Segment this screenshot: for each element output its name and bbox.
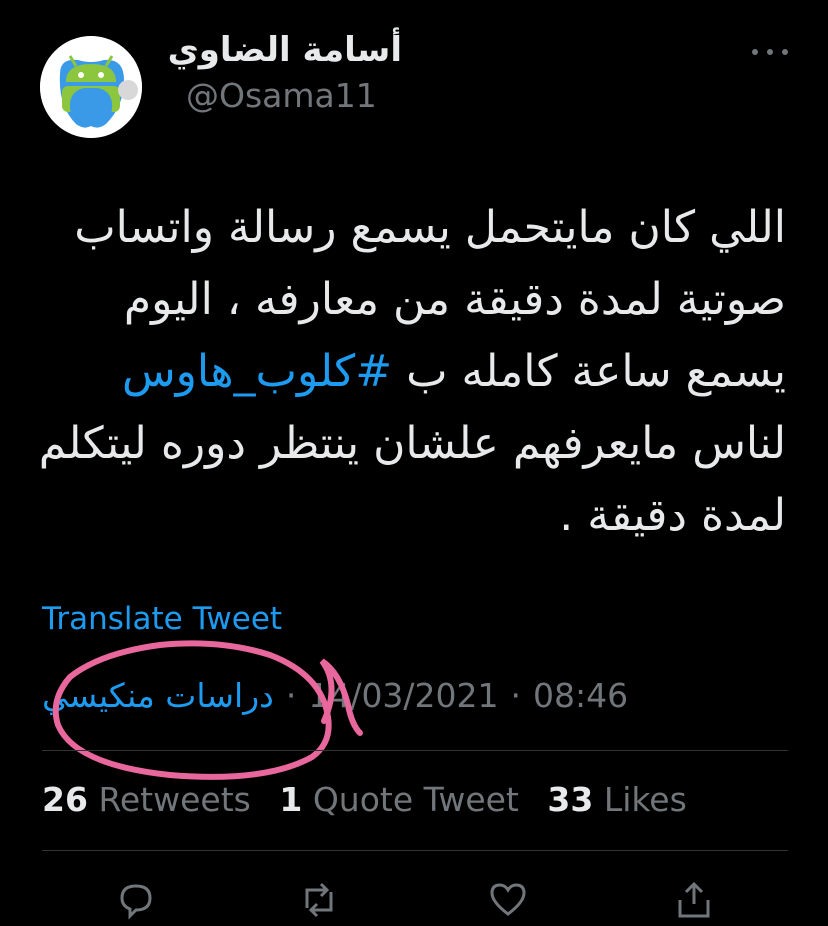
- divider: [42, 850, 788, 851]
- action-bar: [0, 872, 828, 920]
- more-icon[interactable]: [752, 44, 788, 60]
- reply-icon[interactable]: [114, 878, 158, 922]
- quotes-count[interactable]: 1: [279, 780, 302, 819]
- likes-label[interactable]: Likes: [604, 780, 687, 819]
- tweet-line: صوتية لمدة دقيقة من معارفه ، اليوم: [123, 274, 786, 325]
- tweet-stats: 26 Retweets 1 Quote Tweet 33 Likes: [42, 780, 705, 819]
- tweet-time[interactable]: 08:46: [533, 676, 628, 715]
- meta-separator: ·: [510, 676, 522, 715]
- divider: [42, 750, 788, 751]
- tweet-line-text: يسمع ساعة كامله ب: [406, 346, 786, 397]
- hashtag-link[interactable]: #كلوب_هاوس: [122, 346, 392, 397]
- retweets-count[interactable]: 26: [42, 780, 88, 819]
- tweet-text: اللي كان مايتحمل يسمع رسالة واتساب صوتية…: [26, 192, 786, 552]
- tweet-line: لناس مايعرفهم علشان ينتظر دوره ليتكلم: [38, 418, 786, 469]
- retweets-label[interactable]: Retweets: [98, 780, 250, 819]
- android-apple-avatar-icon: [40, 36, 142, 138]
- translate-tweet-link[interactable]: Translate Tweet: [42, 601, 282, 637]
- avatar[interactable]: [40, 36, 142, 138]
- likes-count[interactable]: 33: [547, 780, 593, 819]
- more-dot: [752, 49, 758, 55]
- tweet-line: اللي كان مايتحمل يسمع رسالة واتساب: [74, 202, 786, 253]
- tweet-line: لمدة دقيقة .: [559, 490, 786, 541]
- retweet-icon[interactable]: [297, 878, 341, 922]
- more-dot: [782, 49, 788, 55]
- user-handle[interactable]: @Osama11: [186, 76, 377, 115]
- more-dot: [767, 49, 773, 55]
- source-link[interactable]: دراسات منكيسي: [42, 676, 274, 715]
- share-icon[interactable]: [672, 878, 716, 922]
- tweet-date[interactable]: 14/03/2021: [308, 676, 498, 715]
- tweet-line: يسمع ساعة كامله ب #كلوب_هاوس: [26, 336, 786, 408]
- tweet-meta: دراسات منكيسي · 14/03/2021 · 08:46: [42, 676, 628, 715]
- like-icon[interactable]: [486, 878, 530, 922]
- display-name[interactable]: أسامة الضاوي: [168, 30, 402, 70]
- meta-separator: ·: [285, 676, 297, 715]
- quotes-label[interactable]: Quote Tweet: [313, 780, 519, 819]
